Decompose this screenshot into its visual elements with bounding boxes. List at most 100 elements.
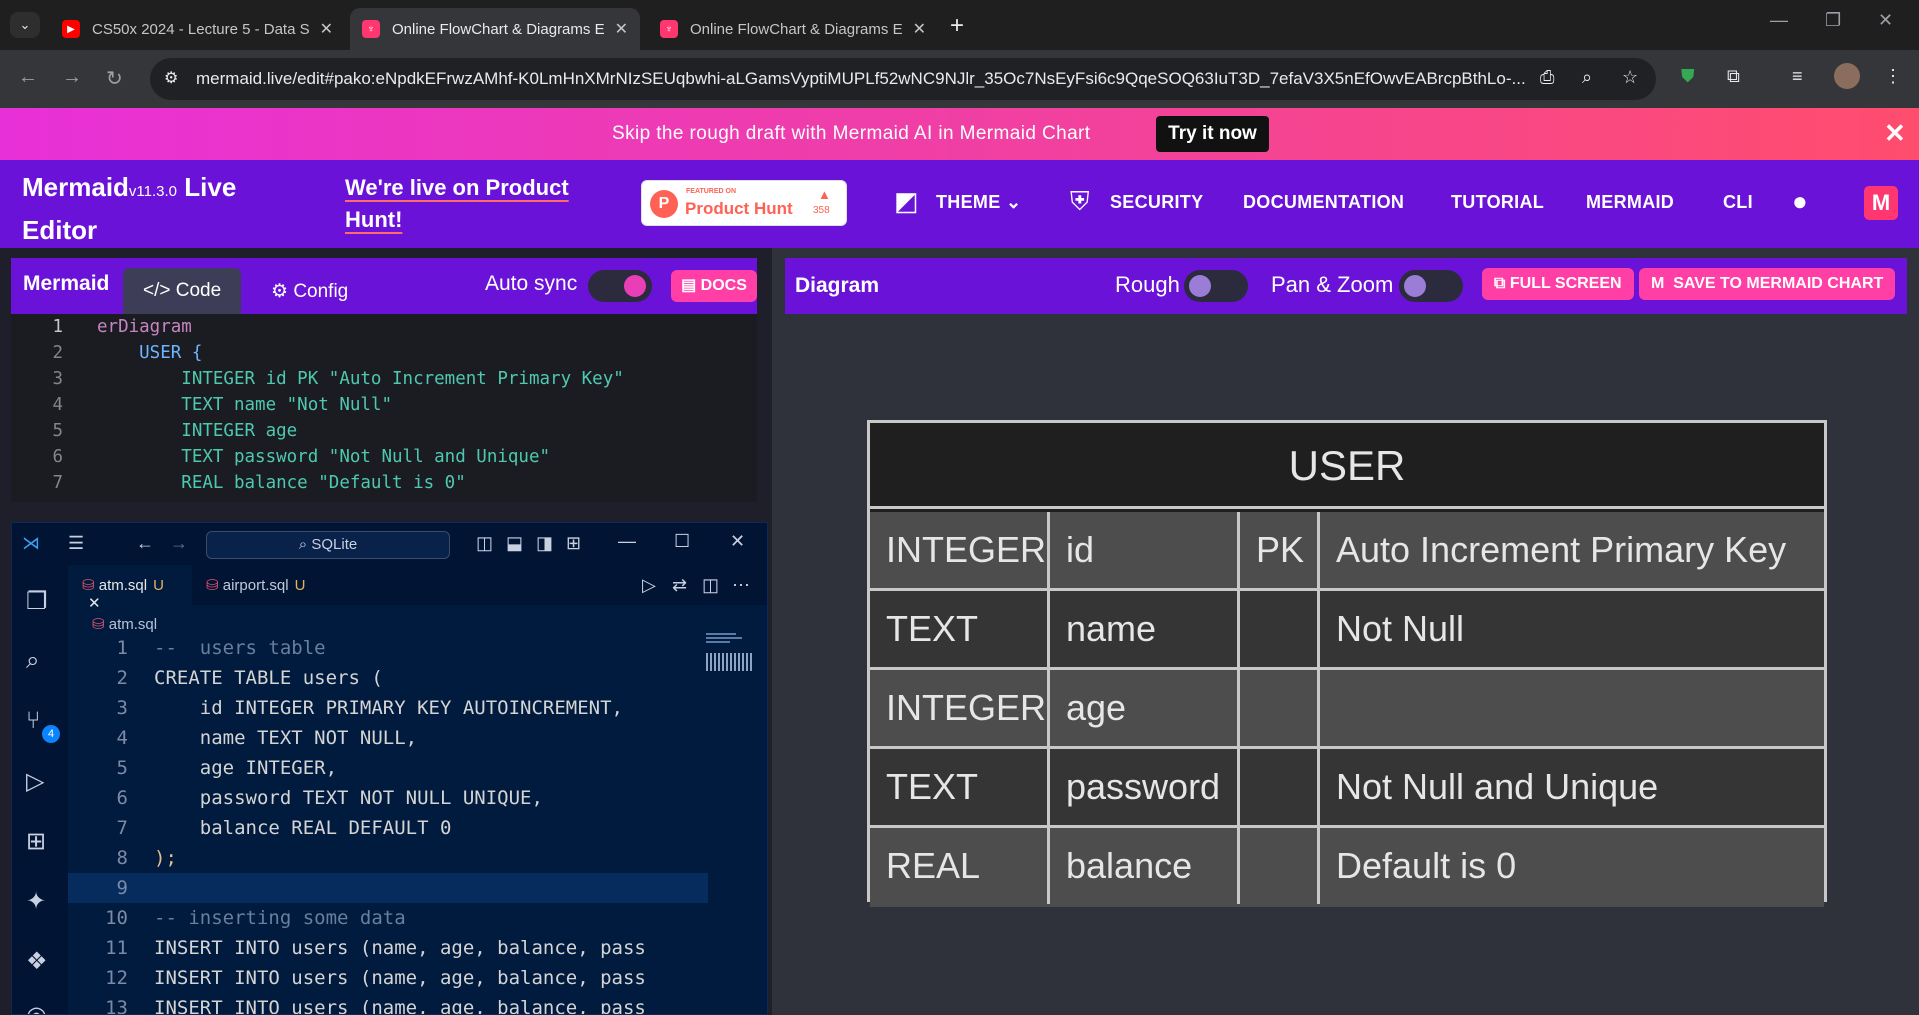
- book-icon: ▤: [681, 277, 697, 294]
- nav-security[interactable]: SECURITY: [1110, 192, 1203, 213]
- chevron-down-icon[interactable]: ⌄: [1006, 192, 1021, 213]
- tab-config[interactable]: ⚙ Config: [251, 268, 368, 314]
- product-hunt-link[interactable]: We're live on Product Hunt!: [345, 172, 575, 236]
- site-info-icon[interactable]: ⚙: [164, 68, 178, 88]
- attr-key: [1240, 591, 1320, 667]
- attr-key: [1240, 670, 1320, 746]
- maximize-icon[interactable]: ☐: [674, 531, 690, 552]
- back-arrow-icon[interactable]: ←: [18, 66, 38, 89]
- browser-tab-mermaid[interactable]: ♆ Online FlowChart & Diagrams E ✕: [648, 8, 938, 50]
- minimap[interactable]: [706, 633, 754, 673]
- close-tab-icon[interactable]: ✕: [320, 19, 333, 39]
- toggle-panel-icon[interactable]: ⬓: [506, 533, 523, 554]
- brand-name: Mermaid: [22, 172, 129, 202]
- nav-cli[interactable]: CLI: [1723, 192, 1753, 213]
- close-tab-icon[interactable]: ✕: [913, 19, 926, 39]
- close-icon[interactable]: ✕: [88, 595, 101, 612]
- rough-toggle[interactable]: [1184, 270, 1248, 302]
- tab-airport-sql[interactable]: ⛁ airport.sql U: [192, 565, 326, 605]
- nav-documentation[interactable]: DOCUMENTATION: [1243, 192, 1404, 213]
- code-line: 4 TEXT name "Not Null": [52, 395, 393, 415]
- bookmark-star-icon[interactable]: ☆: [1622, 67, 1638, 88]
- search-icon[interactable]: ⌕: [26, 647, 39, 675]
- entity-attribute-row: REAL balance Default is 0: [870, 828, 1824, 907]
- nav-tutorial[interactable]: TUTORIAL: [1451, 192, 1544, 213]
- full-screen-button[interactable]: ⧉ FULL SCREEN: [1482, 268, 1634, 300]
- mermaid-chart-logo-icon[interactable]: M: [1864, 186, 1898, 220]
- product-hunt-badge[interactable]: P FEATURED ON Product Hunt ▲ 358: [641, 180, 847, 226]
- back-arrow-icon[interactable]: ←: [136, 533, 154, 554]
- attr-comment: Default is 0: [1336, 845, 1517, 886]
- more-actions-icon[interactable]: ⋯: [732, 575, 750, 596]
- attr-name: id: [1050, 512, 1240, 588]
- customize-layout-icon[interactable]: ⊞: [566, 533, 581, 554]
- install-app-icon[interactable]: ⎙: [1540, 67, 1554, 88]
- forward-arrow-icon[interactable]: →: [170, 533, 188, 554]
- copilot-sparkle-icon[interactable]: ✦: [26, 887, 46, 916]
- profile-avatar[interactable]: [1834, 63, 1860, 89]
- menu-icon[interactable]: ☰: [68, 533, 84, 554]
- auto-sync-toggle[interactable]: [588, 270, 652, 302]
- docs-button[interactable]: ▤ DOCS: [671, 270, 757, 302]
- account-icon[interactable]: ◎: [26, 1001, 47, 1014]
- editor-header: Mermaid </> Code ⚙ Config Auto sync ▤ DO…: [11, 258, 757, 314]
- minimize-window-icon[interactable]: —: [1770, 10, 1788, 31]
- run-icon[interactable]: ▷: [642, 575, 656, 596]
- attr-type: INTEGER: [870, 512, 1050, 588]
- code-line: 13 INSERT INTO users (name, age, balance,…: [105, 997, 646, 1015]
- github-icon[interactable]: ●: [1792, 186, 1808, 217]
- forward-arrow-icon[interactable]: →: [62, 66, 82, 89]
- tab-atm-sql[interactable]: ⛁ atm.sql U ✕: [68, 565, 192, 612]
- tab-search-button[interactable]: ⌄: [10, 12, 40, 38]
- extensions-puzzle-icon[interactable]: ⧉: [1727, 66, 1740, 87]
- pan-zoom-toggle[interactable]: [1399, 270, 1463, 302]
- attr-type: TEXT: [870, 591, 1050, 667]
- attr-key: [1240, 749, 1320, 825]
- ph-name: Product Hunt: [685, 199, 793, 218]
- code-line: 6 TEXT password "Not Null and Unique": [52, 447, 551, 467]
- shield-icon: ⛨: [1070, 186, 1090, 216]
- compare-changes-icon[interactable]: ⇄: [672, 575, 687, 596]
- attr-key: PK: [1240, 512, 1320, 588]
- database-icon[interactable]: ❖: [26, 947, 48, 976]
- chrome-menu-icon[interactable]: ⋮: [1884, 66, 1902, 87]
- new-tab-button[interactable]: +: [950, 12, 964, 40]
- code-line: 3 id INTEGER PRIMARY KEY AUTOINCREMENT,: [116, 697, 623, 719]
- try-it-now-button[interactable]: Try it now: [1156, 116, 1269, 152]
- close-icon[interactable]: ✕: [730, 531, 745, 552]
- code-editor[interactable]: 1 erDiagram 2 USER { 3 INTEGER id PK "Aut…: [11, 314, 757, 502]
- auto-sync-label: Auto sync: [485, 272, 578, 295]
- code-icon: </>: [143, 280, 171, 301]
- explorer-icon[interactable]: ❐: [26, 587, 48, 616]
- reload-icon[interactable]: ↻: [106, 66, 123, 91]
- attr-comment: Auto Increment Primary Key: [1336, 529, 1787, 570]
- browser-tab-mermaid-active[interactable]: ♆ Online FlowChart & Diagrams E ✕: [350, 8, 640, 50]
- restore-window-icon[interactable]: ❐: [1825, 10, 1841, 31]
- nav-theme[interactable]: THEME: [936, 192, 1001, 213]
- browser-tab-cs50[interactable]: ▶ CS50x 2024 - Lecture 5 - Data S ✕: [50, 8, 345, 50]
- er-entity-user[interactable]: USER INTEGER id PK Auto Increment Primar…: [867, 420, 1827, 907]
- browser-tab-strip: ⌄ ▶ CS50x 2024 - Lecture 5 - Data S ✕ ♆ …: [0, 0, 1919, 50]
- nav-mermaid[interactable]: MERMAID: [1586, 192, 1674, 213]
- url-text[interactable]: mermaid.live/edit#pako:eNpdkEFrwzAMhf-K0…: [196, 69, 1566, 89]
- extensions-icon[interactable]: ⊞: [26, 827, 46, 856]
- split-editor-icon[interactable]: ◫: [702, 575, 719, 596]
- breadcrumb[interactable]: ⛁ atm.sql: [92, 615, 157, 633]
- close-banner-icon[interactable]: ✕: [1884, 118, 1906, 149]
- code-line: 1 erDiagram: [52, 317, 192, 337]
- close-tab-icon[interactable]: ✕: [615, 19, 628, 39]
- zoom-icon[interactable]: ⌕: [1582, 67, 1592, 88]
- command-search-input[interactable]: ⌕ SQLite: [206, 531, 450, 559]
- save-to-mermaid-chart-button[interactable]: M SAVE TO MERMAID CHART: [1639, 268, 1896, 300]
- toggle-sidebar-icon[interactable]: ◫: [476, 533, 493, 554]
- app-logo[interactable]: Mermaidv11.3.0 Live Editor: [22, 168, 262, 249]
- toggle-secondary-sidebar-icon[interactable]: ◨: [536, 533, 553, 554]
- source-control-icon[interactable]: ⑂: [26, 707, 40, 735]
- close-window-icon[interactable]: ✕: [1878, 10, 1893, 31]
- minimize-icon[interactable]: —: [618, 531, 636, 552]
- tab-code[interactable]: </> Code: [123, 268, 242, 314]
- media-controls-icon[interactable]: ≡: [1792, 66, 1803, 87]
- address-bar[interactable]: ⚙ mermaid.live/edit#pako:eNpdkEFrwzAMhf-…: [150, 58, 1656, 100]
- shield-extension-icon[interactable]: ⛊: [1681, 66, 1695, 87]
- run-debug-icon[interactable]: ▷: [26, 767, 44, 796]
